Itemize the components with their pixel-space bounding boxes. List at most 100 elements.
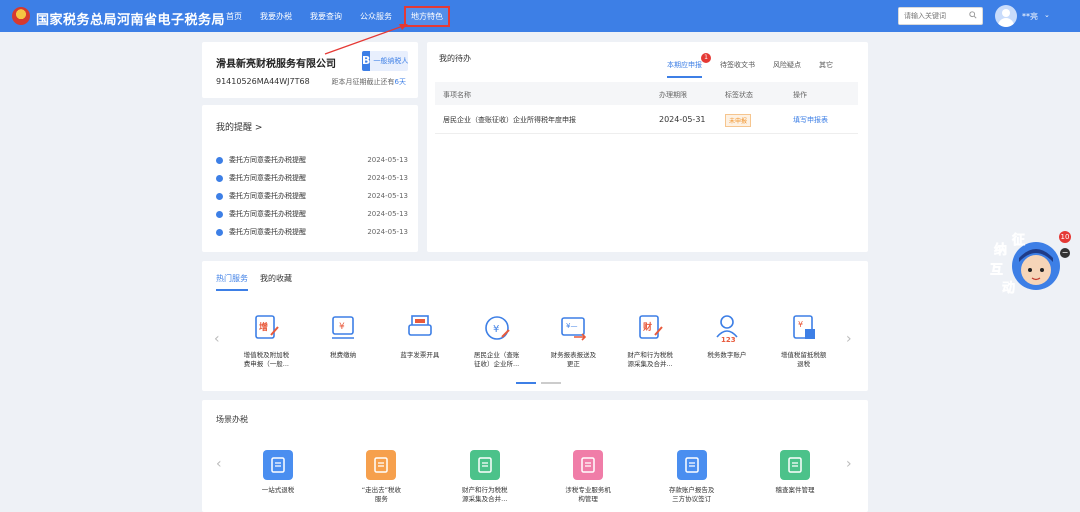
table-header: 事项名称 办理期限 标签状态 操作	[435, 82, 858, 105]
tax-payment-icon: ¥	[332, 316, 355, 339]
reminder-date: 2024-05-13	[367, 156, 408, 164]
reminder-date: 2024-05-13	[367, 192, 408, 200]
scene-item[interactable]: 财产和行为税税 源采集及合并...	[445, 450, 525, 504]
service-item[interactable]: 增增值税及附加税 费申报（一般...	[228, 313, 305, 369]
service-label: 增值税留抵税额 退税	[780, 351, 827, 368]
audit-case-icon	[779, 450, 810, 480]
search-icon[interactable]	[969, 11, 977, 19]
service-item[interactable]: ¥ 增值税留抵税额 退税	[765, 313, 842, 369]
badge-letter: B	[362, 51, 371, 71]
tab-current-declare[interactable]: 本期应申报 1	[667, 53, 711, 78]
svg-text:123: 123	[721, 336, 736, 343]
tax-id: 91410526MA44WJ7T68	[216, 77, 310, 86]
chevron-right-icon[interactable]: ›	[846, 456, 852, 472]
tab-hot-services[interactable]: 热门服务	[216, 273, 248, 291]
carousel-dot-active[interactable]	[516, 382, 536, 384]
chevron-left-icon[interactable]: ‹	[214, 331, 220, 347]
digital-account-icon: 123	[716, 315, 738, 344]
scene-title: 场景办税	[216, 415, 248, 424]
scene-label: 存款账户报告及 三方协议签订	[668, 486, 715, 503]
fill-report-link[interactable]: 填写申报表	[793, 115, 828, 125]
info-icon	[216, 210, 223, 218]
svg-text:¥: ¥	[339, 322, 345, 332]
service-label: 税务数字账户	[707, 351, 747, 359]
status-badge: 未申报	[725, 114, 752, 127]
vat-declare-icon: 增	[255, 315, 280, 339]
info-icon	[216, 192, 223, 200]
service-item[interactable]: ¥ 税费缴纳	[305, 313, 382, 369]
scene-item[interactable]: 存款账户报告及 三方协议签订	[652, 450, 732, 504]
tab-favorites[interactable]: 我的收藏	[260, 273, 292, 291]
info-icon	[216, 156, 223, 164]
nav-local-features[interactable]: 地方特色	[404, 5, 450, 27]
vat-refund-icon: ¥	[792, 315, 815, 339]
tab-documents[interactable]: 待签收文书	[720, 60, 755, 78]
service-item[interactable]: 财财产和行为税税 源采集及合并...	[612, 313, 689, 369]
list-item[interactable]: 委托方同意委托办税提醒 2024-05-13	[216, 187, 408, 205]
hot-tabs: 热门服务 我的收藏	[216, 273, 304, 291]
list-item[interactable]: 委托方同意委托办税提醒 2024-05-13	[216, 169, 408, 187]
user-avatar[interactable]	[995, 5, 1017, 27]
minimize-icon[interactable]: −	[1060, 248, 1070, 258]
tab-label: 本期应申报	[667, 61, 702, 69]
notification-badge: 10	[1059, 231, 1071, 243]
reminder-date: 2024-05-13	[367, 174, 408, 182]
scene-label: 一站式退税	[261, 486, 295, 494]
taxpayer-type-badge: B 一般纳税人	[362, 51, 408, 71]
count-badge: 1	[701, 53, 711, 63]
hot-services-card: 热门服务 我的收藏 ‹ › 增增值税及附加税 费申报（一般... ¥ 税费缴纳 蓝字发票…	[202, 261, 868, 391]
service-label: 财务报表报送及 更正	[550, 351, 597, 368]
services-row: 增增值税及附加税 费申报（一般... ¥ 税费缴纳 蓝字发票开具 ¥ 居民企业（查账 征收）企…	[228, 313, 842, 369]
tax-emblem-icon	[12, 7, 30, 25]
list-item[interactable]: 委托方同意委托办税提醒 2024-05-13	[216, 205, 408, 223]
info-icon	[216, 228, 223, 236]
todo-title: 我的待办	[439, 54, 471, 63]
tab-risk[interactable]: 风险疑点	[773, 60, 801, 78]
scene-card: 场景办税 ‹ › 一站式退税 “走出去”税收 服务 财产和行为税税 源采集及合并... 涉…	[202, 400, 868, 512]
service-label: 增值税及附加税 费申报（一般...	[243, 351, 290, 368]
nav-public-service[interactable]: 公众服务	[360, 11, 392, 22]
scene-item[interactable]: “走出去”税收 服务	[341, 450, 421, 504]
chevron-left-icon[interactable]: ‹	[216, 456, 222, 472]
item-name: 居民企业（查账征收）企业所得税年度申报	[443, 116, 576, 124]
nav-query[interactable]: 我要查询	[310, 11, 342, 22]
company-name: 滑县新亮财税服务有限公司	[216, 59, 336, 70]
mascot-char: 互	[990, 263, 1003, 278]
mascot-char: 动	[1002, 281, 1015, 296]
scene-item[interactable]: 涉税专业服务机 构管理	[548, 450, 628, 504]
service-item[interactable]: 123 税务数字账户	[689, 313, 766, 369]
service-label: 财产和行为税税 源采集及合并...	[627, 351, 673, 368]
site-title[interactable]: 国家税务总局河南省电子税务局	[36, 9, 225, 28]
scene-label: “走出去”税收 服务	[361, 486, 402, 503]
svg-text:¥: ¥	[493, 324, 499, 335]
service-item[interactable]: ¥— 财务报表报送及 更正	[535, 313, 612, 369]
going-out-icon	[366, 450, 397, 480]
reminders-title[interactable]: 我的提醒 >	[216, 120, 262, 133]
property-tax-icon: 财	[639, 315, 663, 339]
scene-label: 涉税专业服务机 构管理	[565, 486, 611, 503]
chevron-right-icon[interactable]: ›	[846, 331, 852, 347]
todo-tabs: 本期应申报 1 待签收文书 风险疑点 其它	[667, 53, 851, 78]
reminders-card: 我的提醒 > 委托方同意委托办税提醒 2024-05-13 委托方同意委托办税提醒…	[202, 105, 418, 252]
nav-home[interactable]: 首页	[226, 11, 242, 22]
scene-item[interactable]: 一站式退税	[238, 450, 318, 504]
list-item[interactable]: 委托方同意委托办税提醒 2024-05-13	[216, 151, 408, 169]
chevron-down-icon[interactable]: ⌄	[1044, 11, 1050, 19]
username[interactable]: **亮	[1022, 11, 1038, 22]
top-bar: 国家税务总局河南省电子税务局 首页 我要办税 我要查询 公众服务 地方特色 **…	[0, 0, 1080, 32]
mascot-assistant-icon[interactable]: 纳 征 互 动	[986, 228, 1066, 300]
carousel-dots	[516, 382, 566, 384]
tab-other[interactable]: 其它	[819, 60, 833, 78]
service-item[interactable]: 蓝字发票开具	[382, 313, 459, 369]
service-item[interactable]: ¥ 居民企业（查账 征收）企业所...	[458, 313, 535, 369]
nav-handle-tax[interactable]: 我要办税	[260, 11, 292, 22]
property-scene-icon	[469, 450, 500, 480]
mascot-char: 征	[1012, 232, 1025, 248]
carousel-dot[interactable]	[541, 382, 561, 384]
list-item[interactable]: 委托方同意委托办税提醒 2024-05-13	[216, 223, 408, 241]
scene-label: 稽查案件管理	[775, 486, 815, 494]
refund-icon	[263, 450, 293, 480]
col-header: 办理期限	[659, 91, 687, 99]
search-input[interactable]	[899, 8, 965, 24]
scene-item[interactable]: 稽查案件管理	[755, 450, 835, 504]
